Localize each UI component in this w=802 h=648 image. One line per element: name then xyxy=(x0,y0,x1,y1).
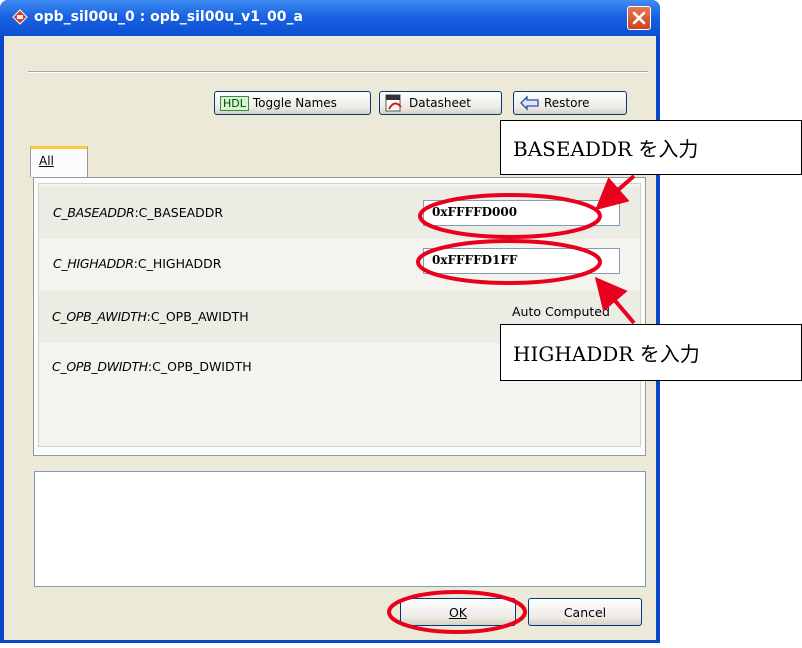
highaddr-arrow xyxy=(594,276,636,325)
annotation-overlay xyxy=(387,174,636,634)
highaddr-highlight xyxy=(416,239,602,285)
ok-highlight xyxy=(387,590,527,634)
baseaddr-highlight xyxy=(418,193,602,239)
baseaddr-arrow xyxy=(594,174,636,211)
